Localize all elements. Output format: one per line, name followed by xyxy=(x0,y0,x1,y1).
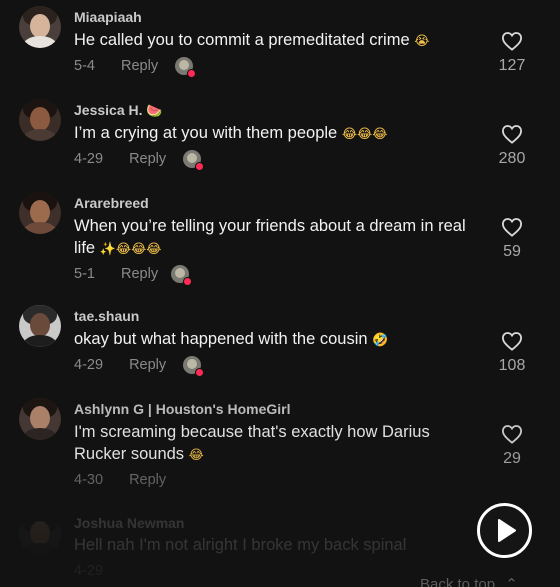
username-text: Miaapiaah xyxy=(74,9,142,25)
like-button[interactable]: 29 xyxy=(492,424,532,468)
mini-heart-icon xyxy=(187,69,196,78)
comment-date: 4-30 xyxy=(74,472,104,488)
comment-emoji: 😭 xyxy=(414,34,430,49)
avatar[interactable] xyxy=(19,99,61,141)
creator-liked-icon xyxy=(183,150,204,171)
username-text: Joshua Newman xyxy=(74,515,185,531)
username-emoji: 🍉 xyxy=(146,104,163,119)
comment-text: When you’re telling your friends about a… xyxy=(74,215,469,261)
comment-username[interactable]: Miaapiaah xyxy=(74,9,142,25)
comment-item: Ashlynn G | Houston's HomeGirl I'm screa… xyxy=(0,393,560,507)
like-count: 108 xyxy=(498,357,526,374)
back-to-top-label: Back to top xyxy=(420,576,496,587)
like-button[interactable]: 59 xyxy=(492,217,532,261)
comment-text: I’m a crying at you with them people 😂😂😂 xyxy=(74,122,469,146)
reply-button[interactable]: Reply xyxy=(129,357,166,373)
comment-date: 4-29 xyxy=(74,563,104,579)
creator-liked-icon xyxy=(171,265,192,286)
avatar[interactable] xyxy=(19,305,61,347)
reply-button[interactable]: Reply xyxy=(129,151,166,167)
comment-text: Hell nah I'm not alright I broke my back… xyxy=(74,534,469,556)
comment-meta: 5-1 Reply xyxy=(74,266,158,282)
mini-heart-icon xyxy=(183,277,192,286)
comment-text: I'm screaming because that's exactly how… xyxy=(74,421,469,467)
heart-outline-icon xyxy=(501,332,523,351)
reply-button[interactable]: Reply xyxy=(121,58,158,74)
reply-button[interactable]: Reply xyxy=(121,266,158,282)
like-count: 280 xyxy=(498,150,526,167)
like-count: 127 xyxy=(498,57,526,74)
username-text: Ararebreed xyxy=(74,195,149,211)
comment-item: tae.shaun okay but what happened with th… xyxy=(0,300,560,393)
username-text: Ashlynn G | Houston's HomeGirl xyxy=(74,401,291,417)
comment-text-body: okay but what happened with the cousin xyxy=(74,330,368,348)
username-text: Jessica H. xyxy=(74,102,143,118)
comment-meta: 5-4 Reply xyxy=(74,58,158,74)
heart-outline-icon xyxy=(501,425,523,444)
comment-item: Ararebreed When you’re telling your frie… xyxy=(0,186,560,300)
comment-date: 5-1 xyxy=(74,266,95,282)
comment-item: Jessica H. 🍉 I’m a crying at you with th… xyxy=(0,93,560,186)
comment-text-body: Hell nah I'm not alright I broke my back… xyxy=(74,536,407,554)
like-count: 59 xyxy=(503,243,521,260)
comment-username[interactable]: Ashlynn G | Houston's HomeGirl xyxy=(74,401,291,417)
comment-date: 4-29 xyxy=(74,357,104,373)
comment-emoji: ✨😂😂😂 xyxy=(99,242,162,257)
comment-text: He called you to commit a premeditated c… xyxy=(74,29,469,53)
mini-heart-icon xyxy=(195,162,204,171)
play-icon xyxy=(498,519,516,542)
comment-emoji: 😂 xyxy=(188,448,204,463)
comment-username[interactable]: tae.shaun xyxy=(74,308,139,324)
comment-date: 4-29 xyxy=(74,151,104,167)
like-button[interactable]: 280 xyxy=(492,124,532,168)
avatar[interactable] xyxy=(19,513,61,555)
comment-emoji: 🤣 xyxy=(372,333,389,348)
like-count: 29 xyxy=(503,450,521,467)
comment-date: 5-4 xyxy=(74,58,95,74)
comment-username[interactable]: Jessica H. 🍉 xyxy=(74,102,163,119)
avatar[interactable] xyxy=(19,6,61,48)
like-button[interactable]: 127 xyxy=(492,31,532,75)
comment-text-body: I’m a crying at you with them people xyxy=(74,124,338,142)
chevron-up-icon: ⌃ xyxy=(505,576,518,587)
avatar[interactable] xyxy=(19,192,61,234)
comment-item: Miaapiaah He called you to commit a prem… xyxy=(0,0,560,93)
comment-meta: 4-29 Reply xyxy=(74,151,166,167)
back-to-top-button[interactable]: Back to top ⌃ xyxy=(420,575,518,587)
comment-text-body: I'm screaming because that's exactly how… xyxy=(74,423,430,463)
heart-outline-icon xyxy=(501,32,523,51)
comment-text-body: He called you to commit a premeditated c… xyxy=(74,31,410,49)
comment-username[interactable]: Joshua Newman xyxy=(74,515,184,531)
reply-button[interactable]: Reply xyxy=(129,472,166,488)
comment-meta: 4-29 Reply xyxy=(74,357,166,373)
comment-meta: 4-29 xyxy=(74,563,103,579)
comment-text: okay but what happened with the cousin 🤣 xyxy=(74,328,469,352)
comment-list: Miaapiaah He called you to commit a prem… xyxy=(0,0,560,587)
like-button[interactable]: 108 xyxy=(492,331,532,375)
username-text: tae.shaun xyxy=(74,308,140,324)
creator-liked-icon xyxy=(175,57,196,78)
avatar[interactable] xyxy=(19,398,61,440)
heart-outline-icon xyxy=(501,125,523,144)
play-button[interactable] xyxy=(477,503,532,558)
heart-outline-icon xyxy=(501,218,523,237)
creator-liked-icon xyxy=(183,356,204,377)
comment-meta: 4-30 Reply xyxy=(74,472,166,488)
comment-username[interactable]: Ararebreed xyxy=(74,195,149,211)
mini-heart-icon xyxy=(195,368,204,377)
comment-emoji: 😂😂😂 xyxy=(341,127,388,142)
